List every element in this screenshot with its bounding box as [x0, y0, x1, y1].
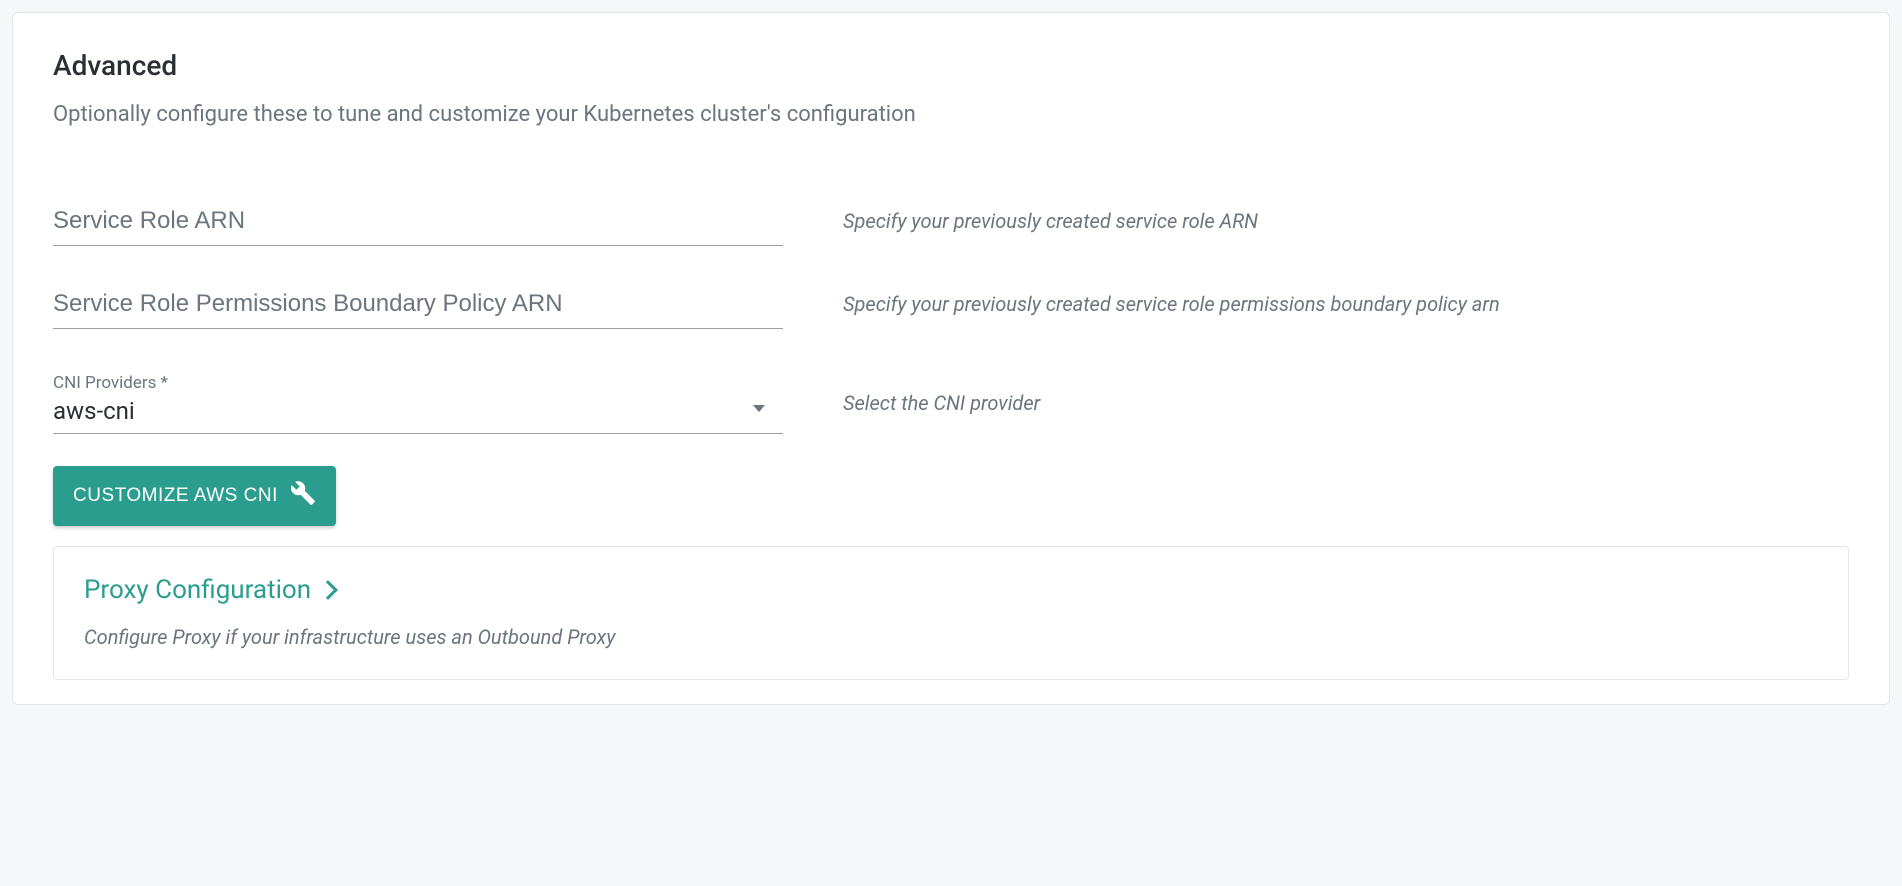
cni-providers-select[interactable]: aws-cni	[53, 397, 783, 434]
advanced-card: Advanced Optionally configure these to t…	[12, 12, 1890, 705]
customize-aws-cni-button[interactable]: CUSTOMIZE AWS CNI	[53, 466, 336, 526]
permissions-boundary-arn-helper: Specify your previously created service …	[843, 292, 1500, 316]
form-row-permissions-boundary-arn: Specify your previously created service …	[53, 290, 1849, 329]
customize-aws-cni-label: CUSTOMIZE AWS CNI	[73, 485, 278, 507]
service-role-arn-input[interactable]	[53, 207, 783, 246]
proxy-configuration-description: Configure Proxy if your infrastructure u…	[84, 625, 1818, 649]
permissions-boundary-arn-input[interactable]	[53, 290, 783, 329]
section-title: Advanced	[53, 49, 1849, 82]
form-row-cni-providers: CNI Providers * aws-cni Select the CNI p…	[53, 373, 1849, 434]
proxy-configuration-card: Proxy Configuration Configure Proxy if y…	[53, 546, 1849, 680]
cni-providers-label: CNI Providers *	[53, 373, 783, 393]
proxy-configuration-toggle[interactable]: Proxy Configuration	[84, 575, 1818, 605]
chevron-down-icon	[753, 405, 765, 412]
wrench-icon	[290, 480, 316, 512]
proxy-configuration-title: Proxy Configuration	[84, 575, 311, 605]
form-row-service-role-arn: Specify your previously created service …	[53, 207, 1849, 246]
cni-providers-value: aws-cni	[53, 397, 135, 425]
cni-providers-helper: Select the CNI provider	[843, 391, 1040, 415]
section-subtitle: Optionally configure these to tune and c…	[53, 102, 1849, 127]
chevron-right-icon	[318, 580, 338, 600]
service-role-arn-helper: Specify your previously created service …	[843, 209, 1258, 233]
